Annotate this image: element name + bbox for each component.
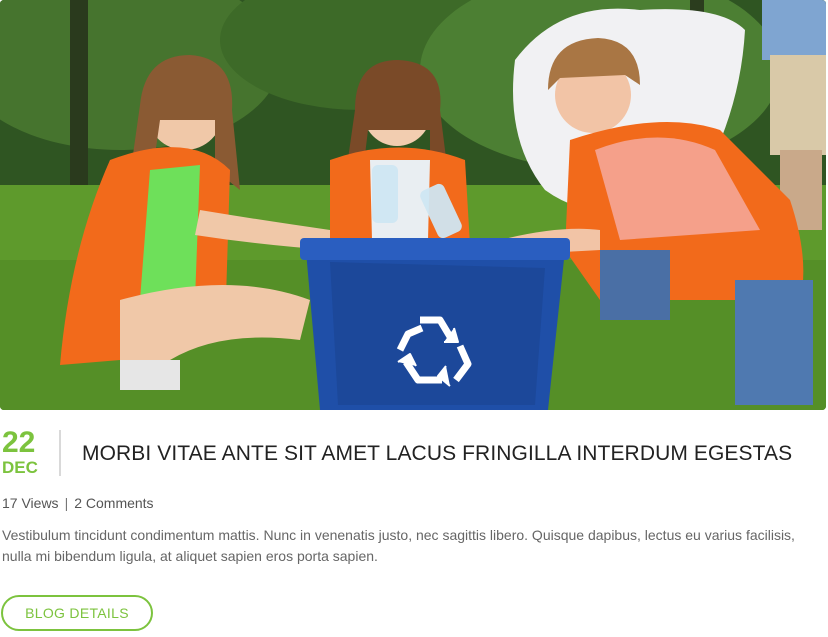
date-divider: [59, 430, 61, 476]
post-title[interactable]: MORBI VITAE ANTE SIT AMET LACUS FRINGILL…: [82, 440, 792, 468]
comments-count[interactable]: 2 Comments: [74, 495, 153, 511]
post-image[interactable]: [0, 0, 826, 410]
post-date: 22 DEC: [2, 428, 42, 477]
post-excerpt: Vestibulum tincidunt condimentum mattis.…: [2, 527, 795, 564]
post-meta: 17 Views | 2 Comments: [2, 494, 154, 512]
blog-details-button[interactable]: BLOG DETAILS: [1, 595, 153, 631]
meta-separator: |: [64, 495, 69, 511]
post-date-month: DEC: [2, 458, 38, 477]
views-count: 17 Views: [2, 495, 59, 511]
post-date-day: 22: [2, 426, 36, 459]
